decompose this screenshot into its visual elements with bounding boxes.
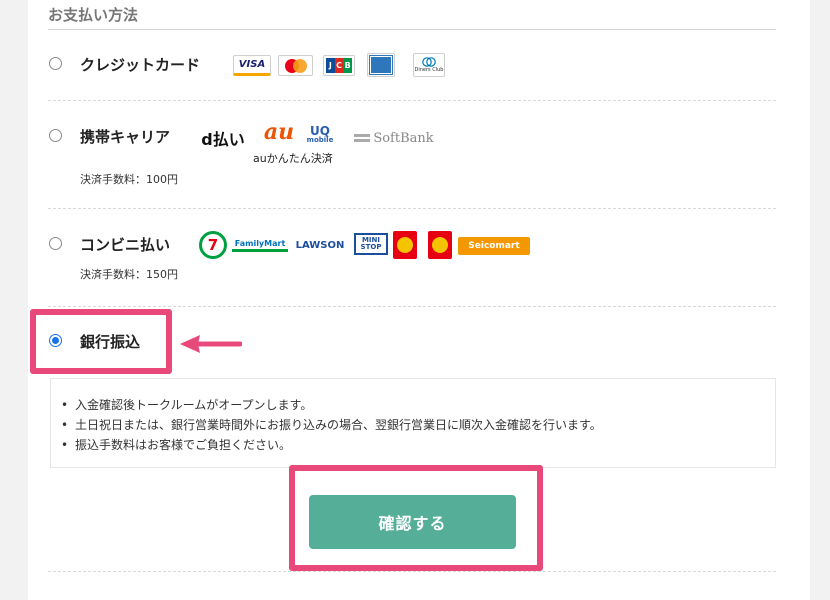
list-item: 土日祝日または、銀行営業時間外にお振り込みの場合、翌銀行営業日に順次入金確認を行… bbox=[61, 415, 602, 435]
divider bbox=[48, 306, 776, 307]
ministop-logo-icon: MINI STOP bbox=[354, 233, 388, 255]
radio-carrier[interactable] bbox=[49, 129, 62, 142]
au-logo-text: au bbox=[263, 119, 295, 145]
d-payment-logo-text: d払い bbox=[201, 130, 245, 149]
familymart-logo-text: FamilyMart bbox=[234, 239, 286, 248]
option-label-carrier: 携帯キャリア bbox=[80, 128, 171, 146]
carrier-fee-text: 決済手数料：100円 bbox=[80, 173, 178, 186]
lawson-logo-icon: LAWSON bbox=[292, 238, 348, 252]
daily-logo-icon bbox=[428, 231, 452, 259]
radio-credit-card[interactable] bbox=[49, 57, 62, 70]
option-label-credit-card: クレジットカード bbox=[80, 56, 201, 74]
lawson-logo-text: LAWSON bbox=[295, 239, 345, 251]
seven-eleven-logo-text: 7 bbox=[207, 236, 219, 254]
uq-mobile-logo-icon: UQ mobile bbox=[303, 121, 337, 147]
seicomart-logo-text: Seicomart bbox=[468, 241, 520, 251]
familymart-logo-icon: FamilyMart bbox=[232, 238, 288, 252]
section-title: お支払い方法 bbox=[48, 6, 139, 24]
mastercard-logo-icon bbox=[278, 55, 313, 76]
uq-logo-text: UQ bbox=[310, 123, 330, 138]
seicomart-logo-icon: Seicomart bbox=[458, 237, 530, 255]
convenience-fee-text: 決済手数料：150円 bbox=[80, 268, 178, 281]
divider bbox=[48, 208, 776, 209]
seven-eleven-logo-icon: 7 bbox=[199, 231, 227, 259]
bank-transfer-info-box: 入金確認後トークルームがオープンします。 土日祝日または、銀行営業時間外にお振り… bbox=[50, 378, 776, 468]
list-item: 入金確認後トークルームがオープンします。 bbox=[61, 395, 602, 415]
jcb-logo-icon: J C B bbox=[323, 55, 355, 76]
diners-logo-text: Diners Club bbox=[414, 67, 444, 73]
softbank-logo-icon: SoftBank bbox=[352, 128, 436, 148]
option-label-bank-transfer: 銀行振込 bbox=[80, 333, 141, 351]
uq-mobile-text: mobile bbox=[306, 135, 334, 144]
softbank-logo-text: SoftBank bbox=[373, 130, 434, 146]
visa-logo-text: VISA bbox=[238, 59, 266, 70]
title-divider bbox=[48, 29, 776, 30]
au-logo-icon: au bbox=[258, 119, 300, 145]
divider bbox=[48, 571, 776, 572]
ministop-logo-text: MINI STOP bbox=[360, 236, 382, 251]
d-payment-logo-icon: d払い bbox=[199, 127, 247, 149]
confirm-button[interactable]: 確認する bbox=[309, 495, 516, 549]
diners-logo-icon: Diners Club bbox=[413, 53, 445, 77]
bank-transfer-notes: 入金確認後トークルームがオープンします。 土日祝日または、銀行営業時間外にお振り… bbox=[61, 395, 602, 455]
radio-convenience-store[interactable] bbox=[49, 237, 62, 250]
daily-yamazaki-logo-icon bbox=[393, 231, 417, 259]
radio-bank-transfer[interactable] bbox=[49, 334, 62, 347]
arrow-left-icon bbox=[180, 335, 242, 353]
visa-logo-icon: VISA bbox=[233, 55, 271, 76]
option-label-convenience-store: コンビニ払い bbox=[80, 236, 171, 254]
divider bbox=[48, 100, 776, 101]
list-item: 振込手数料はお客様でご負担ください。 bbox=[61, 435, 602, 455]
au-payment-caption: auかんたん決済 bbox=[253, 152, 333, 165]
amex-logo-icon bbox=[367, 53, 395, 77]
